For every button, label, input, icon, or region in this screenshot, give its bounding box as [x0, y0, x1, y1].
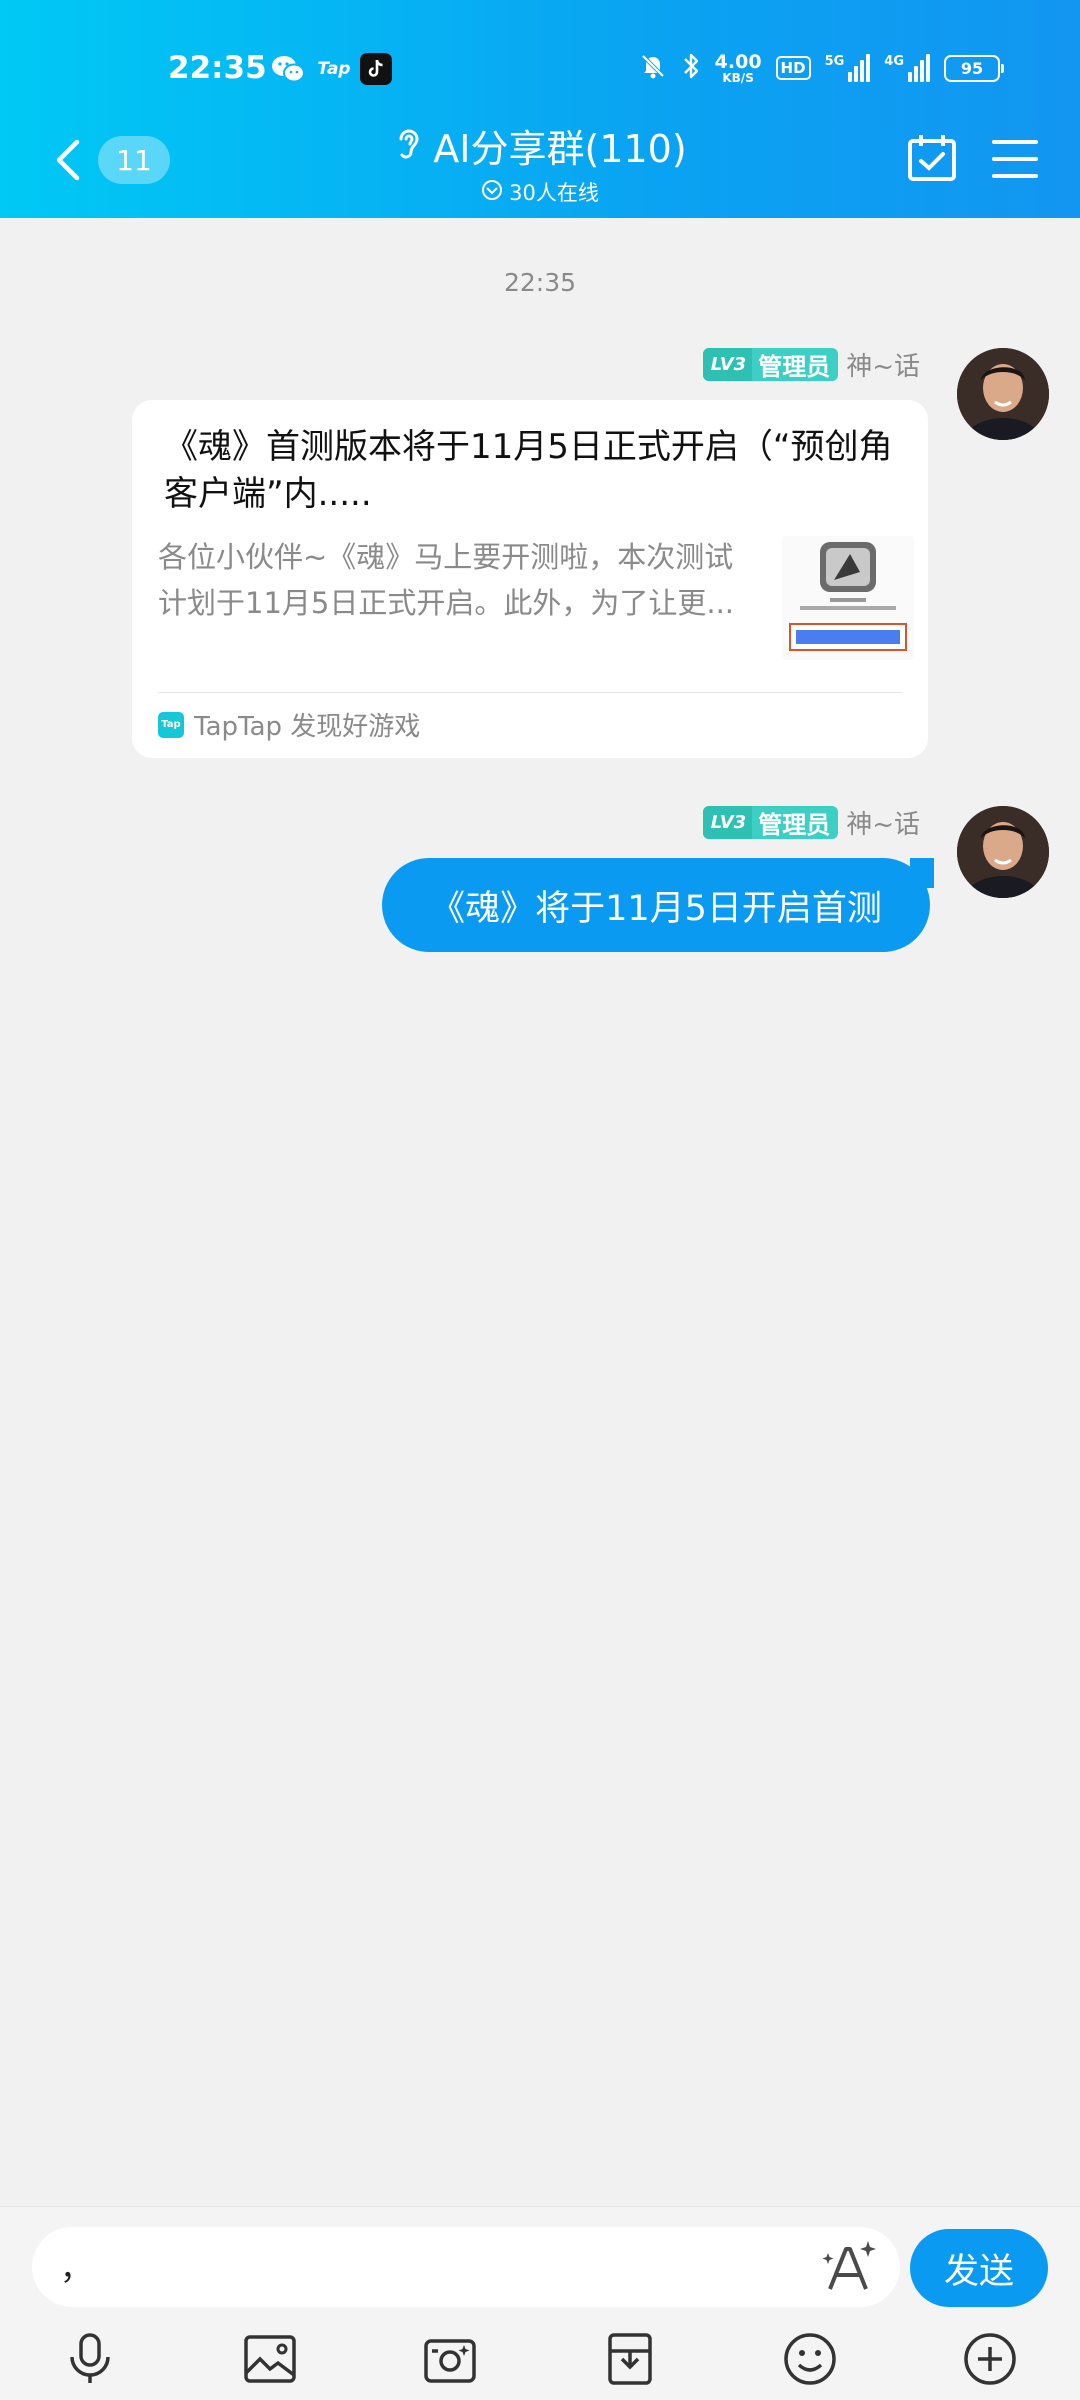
- mute-icon: [639, 52, 667, 84]
- sender-name[interactable]: 神~话: [846, 804, 920, 841]
- image-icon[interactable]: [240, 2329, 300, 2389]
- avatar[interactable]: [957, 806, 1049, 898]
- chat-header: 22:35 Tap 4.00 KB/S HD 5G 4G 95 11 AI分享群…: [0, 0, 1080, 218]
- calendar-check-icon: [908, 135, 956, 181]
- level-badge: LV3 管理员: [702, 348, 839, 381]
- camera-icon[interactable]: [420, 2329, 480, 2389]
- menu-button[interactable]: [990, 134, 1040, 184]
- link-card[interactable]: 《魂》首测版本将于11月5日正式开启（“预创角客户端”内..... 各位小伙伴~…: [132, 400, 928, 758]
- sender-name[interactable]: 神~话: [846, 346, 920, 383]
- taptap-icon: Tap: [317, 59, 351, 79]
- divider: [158, 692, 902, 693]
- card-description: 各位小伙伴~《魂》马上要开测啦，本次测试计划于11月5日正式开启。此外，为了让更…: [158, 540, 735, 620]
- taptap-icon: Tap: [158, 711, 184, 738]
- battery-icon: 95: [944, 54, 1004, 82]
- tiktok-icon: [360, 53, 392, 85]
- online-count: 30人在线: [509, 181, 599, 205]
- menu-icon: [992, 140, 1038, 144]
- check-circle-icon: [481, 179, 503, 206]
- avatar[interactable]: [957, 348, 1049, 440]
- status-right: 4.00 KB/S HD 5G 4G 95: [639, 46, 1004, 90]
- signal-5g-icon: 5G: [825, 54, 871, 82]
- card-title: 《魂》首测版本将于11月5日正式开启（“预创角客户端”内.....: [164, 427, 893, 514]
- status-time: 22:35: [168, 50, 267, 86]
- calendar-check-button[interactable]: [906, 132, 958, 184]
- card-source: Tap TapTap 发现好游戏: [158, 706, 420, 743]
- bluetooth-icon: [681, 51, 701, 85]
- input-toolbar: [0, 2325, 1080, 2395]
- timestamp: 22:35: [503, 268, 577, 297]
- net-speed: 4.00 KB/S: [714, 50, 762, 85]
- wechat-icon: [270, 52, 306, 86]
- file-icon[interactable]: [600, 2329, 660, 2389]
- message-list[interactable]: 22:35 LV3 管理员 神~话 《魂》首测版本将于11月5日正式开启（“预创…: [0, 218, 1080, 2206]
- group-title: AI分享群(110): [433, 127, 687, 171]
- plus-icon[interactable]: [960, 2329, 1020, 2389]
- message-input[interactable]: ，: [32, 2227, 900, 2307]
- input-area: ， 发送: [0, 2206, 1080, 2400]
- message-meta: LV3 管理员 神~话: [702, 346, 920, 383]
- ear-icon: [393, 125, 423, 167]
- font-style-icon[interactable]: [820, 2237, 880, 2297]
- send-button[interactable]: 发送: [910, 2229, 1048, 2307]
- signal-4g-icon: 4G: [884, 54, 930, 82]
- hd-icon: HD: [775, 56, 811, 80]
- message-meta: LV3 管理员 神~话: [702, 804, 920, 841]
- emoji-icon[interactable]: [780, 2329, 840, 2389]
- card-thumbnail: [782, 536, 914, 660]
- nav-bar: 11 AI分享群(110) 30人在线: [0, 110, 1080, 210]
- microphone-icon[interactable]: [60, 2329, 120, 2389]
- level-badge: LV3 管理员: [702, 806, 839, 839]
- message-bubble[interactable]: 《魂》将于11月5日开启首测: [382, 858, 930, 952]
- input-value: ，: [60, 2249, 93, 2287]
